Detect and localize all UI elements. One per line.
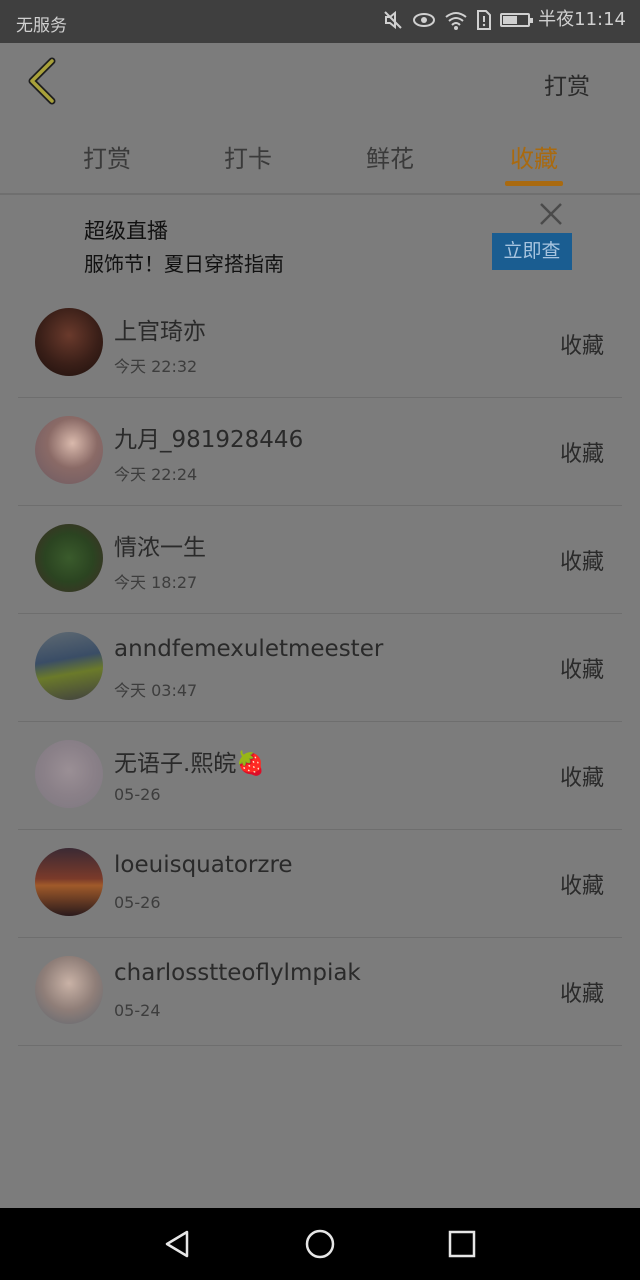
favorite-label: 收藏 bbox=[559, 766, 604, 791]
timestamp: 今天 22:32 bbox=[114, 357, 198, 376]
ad-view-button[interactable]: 立即查 bbox=[492, 233, 572, 270]
list-item[interactable]: 情浓一生 今天 18:27 收藏 bbox=[18, 506, 622, 614]
favorites-list: 上官琦亦 今天 22:32 收藏 九月_981928446 今天 22:24 收… bbox=[18, 290, 622, 1046]
tab-flowers[interactable]: 鲜花 bbox=[345, 139, 435, 174]
timestamp: 05-26 bbox=[114, 785, 161, 804]
active-tab-indicator bbox=[505, 181, 563, 186]
system-nav-bar bbox=[0, 1208, 640, 1280]
list-item[interactable]: 九月_981928446 今天 22:24 收藏 bbox=[18, 398, 622, 506]
home-icon[interactable] bbox=[304, 1228, 336, 1260]
status-bar: 无服务 半夜11:14 bbox=[0, 0, 640, 43]
timestamp: 今天 18:27 bbox=[114, 573, 198, 592]
tab-bar: 打赏 打卡 鲜花 收藏 bbox=[0, 123, 640, 195]
list-item[interactable]: charlosstteoflylmpiak 05-24 收藏 bbox=[18, 938, 622, 1046]
recent-apps-icon[interactable] bbox=[446, 1228, 478, 1260]
back-arrow-icon[interactable] bbox=[24, 57, 64, 105]
sim-alert-icon bbox=[477, 10, 492, 30]
favorite-label: 收藏 bbox=[559, 442, 604, 467]
favorite-label: 收藏 bbox=[559, 550, 604, 575]
list-item[interactable]: 上官琦亦 今天 22:32 收藏 bbox=[18, 290, 622, 398]
status-icons: 半夜11:14 bbox=[382, 9, 626, 31]
ad-subtitle: 服饰节！夏日穿搭指南 bbox=[84, 252, 284, 276]
battery-icon bbox=[500, 13, 534, 27]
avatar[interactable] bbox=[35, 308, 103, 376]
favorite-label: 收藏 bbox=[559, 658, 604, 683]
close-icon[interactable] bbox=[538, 201, 564, 227]
user-name: 上官琦亦 bbox=[114, 319, 206, 345]
ad-title: 超级直播 bbox=[84, 219, 168, 243]
user-name: 无语子.熙皖🍓 bbox=[114, 751, 265, 777]
user-name: 情浓一生 bbox=[114, 535, 206, 561]
carrier-label: 无服务 bbox=[16, 16, 67, 36]
avatar[interactable] bbox=[35, 956, 103, 1024]
user-name: loeuisquatorzre bbox=[114, 852, 293, 878]
favorite-label: 收藏 bbox=[559, 334, 604, 359]
timestamp: 05-24 bbox=[114, 1001, 161, 1020]
reward-button[interactable]: 打赏 bbox=[544, 67, 590, 101]
list-item[interactable]: anndfemexuletmeester 今天 03:47 收藏 bbox=[18, 614, 622, 722]
user-name: charlosstteoflylmpiak bbox=[114, 960, 361, 986]
user-name: anndfemexuletmeester bbox=[114, 636, 384, 662]
tab-checkin[interactable]: 打卡 bbox=[203, 139, 293, 174]
user-name: 九月_981928446 bbox=[114, 427, 304, 453]
mute-icon bbox=[384, 10, 402, 30]
header-bar: 打赏 bbox=[0, 43, 640, 123]
avatar[interactable] bbox=[35, 848, 103, 916]
ad-banner[interactable]: 超级直播 服饰节！夏日穿搭指南 立即查 bbox=[0, 195, 640, 285]
favorite-label: 收藏 bbox=[559, 982, 604, 1007]
avatar[interactable] bbox=[35, 632, 103, 700]
wifi-icon bbox=[445, 12, 467, 30]
favorite-label: 收藏 bbox=[559, 874, 604, 899]
avatar[interactable] bbox=[35, 416, 103, 484]
timestamp: 05-26 bbox=[114, 893, 161, 912]
eye-icon bbox=[413, 13, 436, 27]
timestamp: 今天 22:24 bbox=[114, 465, 198, 484]
avatar[interactable] bbox=[35, 524, 103, 592]
tab-favorites[interactable]: 收藏 bbox=[489, 139, 579, 174]
tab-reward[interactable]: 打赏 bbox=[62, 139, 152, 174]
back-icon[interactable] bbox=[161, 1228, 193, 1260]
timestamp: 今天 03:47 bbox=[114, 681, 198, 700]
avatar[interactable] bbox=[35, 740, 103, 808]
list-item[interactable]: loeuisquatorzre 05-26 收藏 bbox=[18, 830, 622, 938]
clock-label: 半夜11:14 bbox=[538, 9, 626, 30]
list-item[interactable]: 无语子.熙皖🍓 05-26 收藏 bbox=[18, 722, 622, 830]
